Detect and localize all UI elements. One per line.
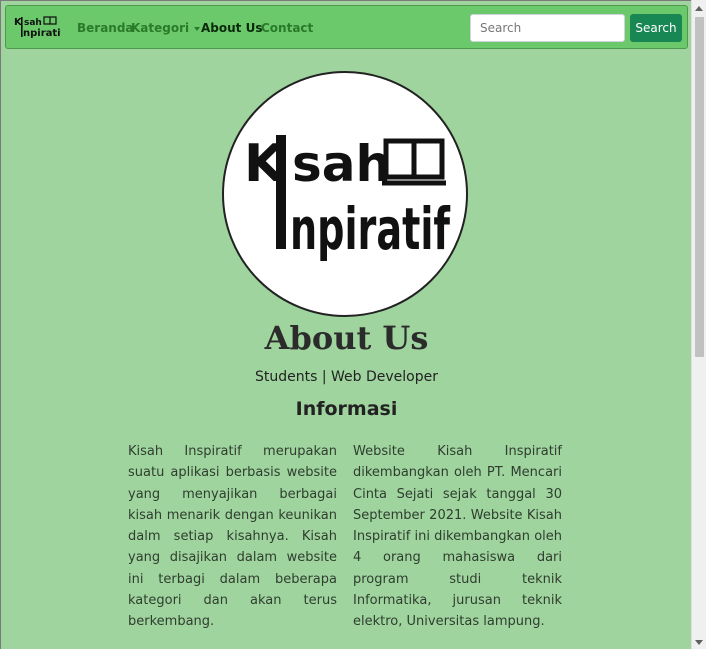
page-subtitle: Students | Web Developer: [255, 369, 438, 385]
search-button[interactable]: Search: [630, 14, 682, 42]
nav-link-beranda[interactable]: Beranda: [77, 21, 134, 35]
nav-link-about-us[interactable]: About Us: [201, 21, 262, 35]
nav-link-kategori-label: Kategori: [131, 21, 190, 35]
logo-word-sah: sah: [292, 135, 391, 193]
section-heading: Informasi: [295, 398, 398, 420]
navbar: K sah npiratif Beranda Kategori About Us…: [5, 5, 688, 49]
caret-down-icon: [194, 26, 201, 31]
scroll-up-icon[interactable]: [695, 6, 703, 11]
scroll-thumb[interactable]: [695, 17, 704, 357]
vertical-scrollbar[interactable]: [691, 0, 706, 649]
svg-text:npiratif: npiratif: [23, 28, 61, 39]
page-viewport: K sah npiratif Beranda Kategori About Us…: [0, 0, 691, 649]
about-paragraph-right: Website Kisah Inspiratif dikembangkan ol…: [353, 444, 562, 630]
nav-link-contact[interactable]: Contact: [261, 21, 313, 35]
hero-logo: K sah npiratif: [222, 71, 468, 317]
scroll-down-icon[interactable]: [695, 640, 703, 645]
nav-link-kategori[interactable]: Kategori: [131, 21, 201, 35]
search-input[interactable]: [470, 14, 625, 42]
logo-word-npiratif: npiratif: [290, 195, 450, 263]
brand-logo[interactable]: K sah npiratif: [13, 14, 61, 40]
open-book-icon: [382, 138, 446, 186]
about-paragraph-left: Kisah Inspiratif merupakan suatu aplikas…: [128, 444, 337, 630]
svg-text:sah: sah: [24, 18, 42, 28]
hero-logo-graphic: K sah npiratif: [244, 134, 450, 263]
logo-i-bar: [276, 135, 286, 249]
page-title: About Us: [264, 319, 429, 357]
